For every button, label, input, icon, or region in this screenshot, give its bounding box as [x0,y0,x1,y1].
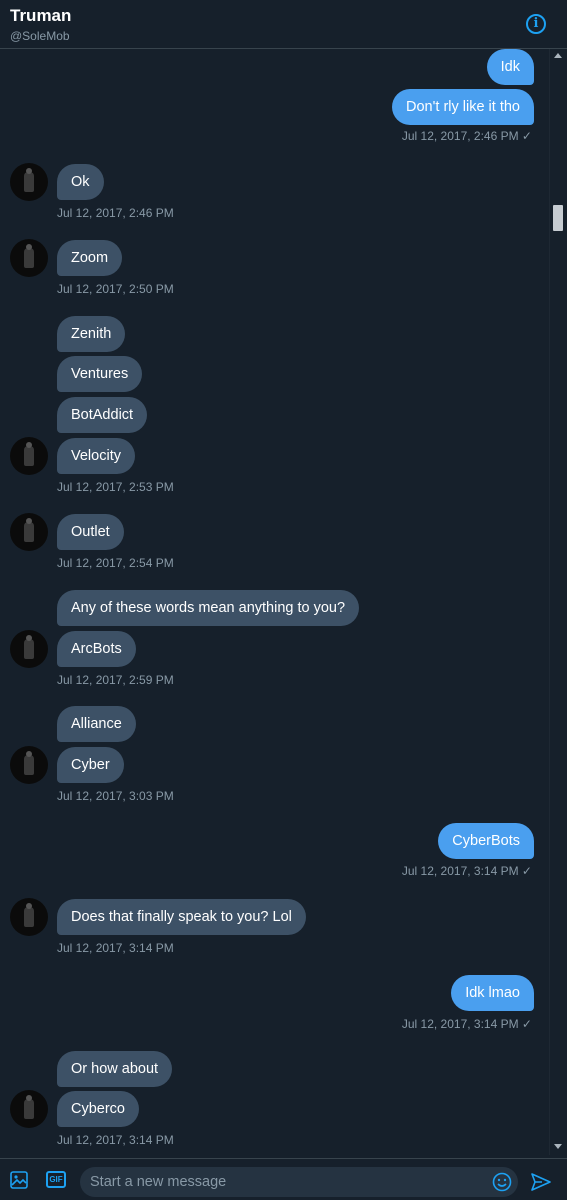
message-timestamp: Jul 12, 2017, 2:54 PM [57,556,174,570]
message-bubble-incoming[interactable]: Or how about [57,1051,173,1087]
contact-avatar[interactable] [10,1090,48,1128]
scrollbar[interactable] [549,49,567,1155]
info-icon[interactable]: i [526,14,546,34]
contact-avatar[interactable] [10,746,48,784]
contact-name[interactable]: Truman [10,6,71,26]
scrollbar-thumb[interactable] [553,205,563,231]
message-bubble-incoming[interactable]: Velocity [57,438,135,474]
message-timestamp: Jul 12, 2017, 3:14 PM ✓ [401,1017,532,1031]
image-icon[interactable] [10,1171,28,1189]
message-bubble-incoming[interactable]: Zoom [57,240,123,276]
contact-avatar[interactable] [10,239,48,277]
message-bubble-incoming[interactable]: Any of these words mean anything to you? [57,590,360,626]
contact-avatar[interactable] [10,513,48,551]
message-bubble-outgoing[interactable]: Idk lmao [451,975,534,1011]
message-bubble-outgoing[interactable]: Don't rly like it tho [392,89,534,125]
message-bubble-incoming[interactable]: Cyber [57,747,124,783]
message-bubble-incoming[interactable]: BotAddict [57,397,148,433]
contact-avatar[interactable] [10,163,48,201]
message-timestamp: Jul 12, 2017, 3:03 PM [57,789,174,803]
send-icon[interactable] [530,1171,552,1193]
message-bubble-incoming[interactable]: ArcBots [57,631,136,667]
scroll-down-arrow-icon[interactable] [554,1144,562,1149]
message-bubble-outgoing[interactable]: Idk [486,49,534,85]
message-bubble-incoming[interactable]: Ventures [57,356,143,392]
message-bubble-outgoing[interactable]: CyberBots [438,823,534,859]
message-timestamp: Jul 12, 2017, 3:14 PM [57,1133,174,1147]
conversation-header: Truman @SoleMob i [0,0,567,49]
scroll-up-arrow-icon[interactable] [554,53,562,58]
message-input[interactable] [80,1167,518,1197]
message-timestamp: Jul 12, 2017, 3:14 PM [57,941,174,955]
smiley-icon[interactable] [492,1172,512,1192]
message-bubble-incoming[interactable]: Cyberco [57,1091,139,1127]
message-timestamp: Jul 12, 2017, 2:53 PM [57,480,174,494]
message-timestamp: Jul 12, 2017, 2:59 PM [57,673,174,687]
message-timestamp: Jul 12, 2017, 2:46 PM ✓ [401,129,532,143]
contact-avatar[interactable] [10,630,48,668]
contact-avatar[interactable] [10,898,48,936]
message-list[interactable]: Idk Don't rly like it tho Jul 12, 2017, … [0,49,549,1155]
message-bubble-incoming[interactable]: Alliance [57,706,136,742]
message-timestamp: Jul 12, 2017, 3:14 PM ✓ [401,864,532,878]
message-bubble-incoming[interactable]: Does that finally speak to you? Lol [57,899,306,935]
message-bubble-incoming[interactable]: Outlet [57,514,124,550]
gif-icon[interactable]: GIF [46,1171,66,1188]
contact-avatar[interactable] [10,437,48,475]
message-composer: GIF [0,1158,567,1200]
message-bubble-incoming[interactable]: Zenith [57,316,126,352]
message-timestamp: Jul 12, 2017, 2:46 PM [57,206,174,220]
contact-handle[interactable]: @SoleMob [10,29,70,43]
message-timestamp: Jul 12, 2017, 2:50 PM [57,282,174,296]
message-bubble-incoming[interactable]: Ok [57,164,104,200]
